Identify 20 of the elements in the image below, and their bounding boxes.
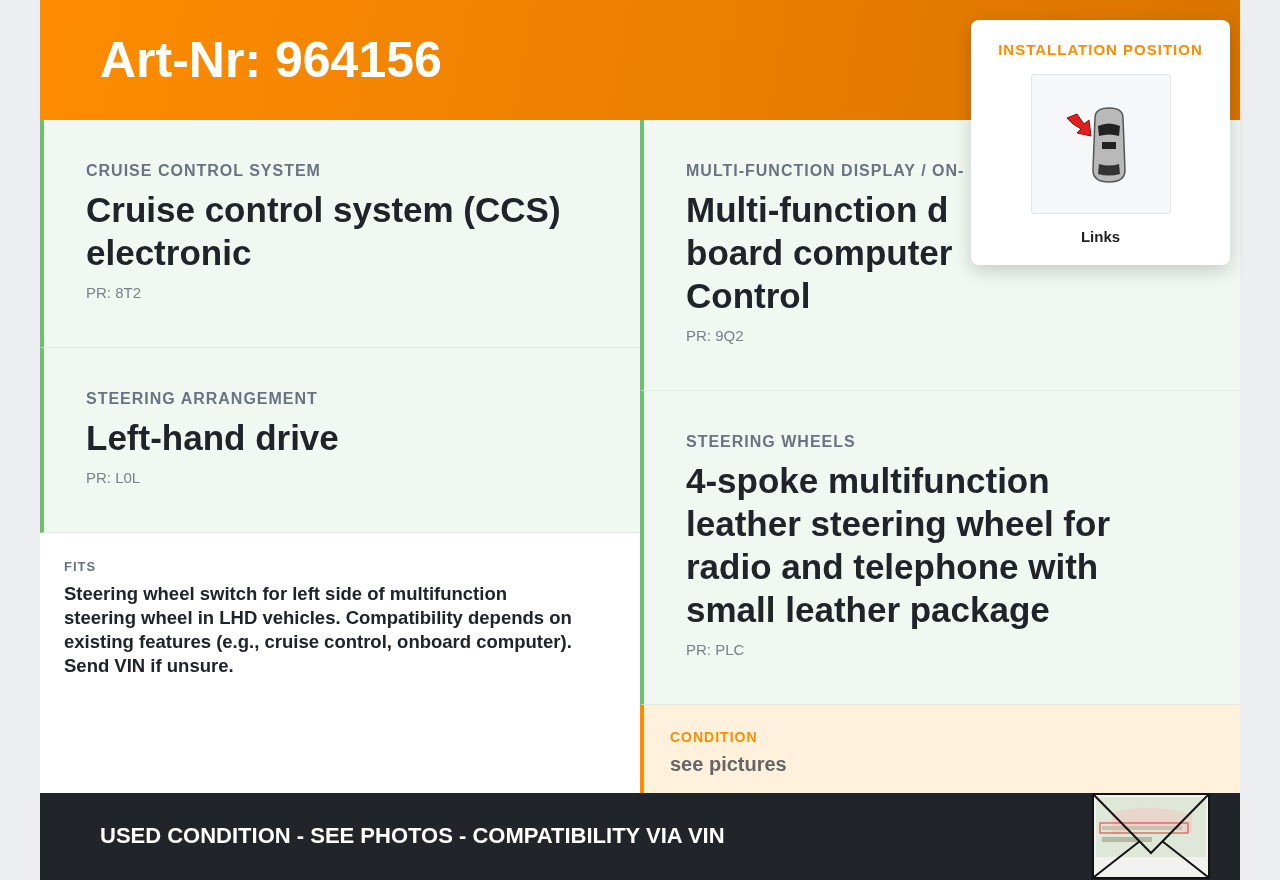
pr-code: PR: 9Q2 bbox=[686, 327, 745, 344]
condition-text: see pictures bbox=[670, 753, 788, 776]
condition-label: CONDITION bbox=[670, 729, 759, 745]
fits-text: Steering wheel switch for left side of multifunction steering wheel in LHD vehicles. Compatibility depends on existing features (e.g., cruise control, onboard computer). Send VIN if unsure. bbox=[64, 582, 573, 678]
feature-title: Cruise control system (CCS) electronic bbox=[86, 189, 562, 274]
feature-title: 4-spoke multifunction leather steering wheel for radio and telephone with small leather package bbox=[686, 460, 1112, 631]
position-caption: Links bbox=[1080, 228, 1121, 245]
fits-label: FITS bbox=[64, 559, 98, 574]
feature-label: STEERING ARRANGEMENT bbox=[86, 390, 319, 408]
feature-label: CRUISE CONTROL SYSTEM bbox=[86, 162, 322, 180]
pr-code: PR: 8T2 bbox=[86, 284, 143, 301]
feature-title: Left-hand drive bbox=[86, 417, 340, 459]
pr-code: PR: PLC bbox=[686, 641, 746, 658]
pr-code: PR: L0L bbox=[86, 469, 142, 486]
position-heading: INSTALLATION POSITION bbox=[998, 41, 1203, 58]
footer-text: USED CONDITION - SEE PHOTOS - COMPATIBILITY VIA VIN bbox=[100, 823, 725, 849]
feature-title: Multi-function d board computer Control bbox=[686, 189, 953, 317]
article-number: Art-Nr: 964156 bbox=[100, 31, 442, 89]
feature-label: MULTI-FUNCTION DISPLAY / ON- bbox=[686, 162, 965, 180]
feature-label: STEERING WHEELS bbox=[686, 433, 857, 451]
